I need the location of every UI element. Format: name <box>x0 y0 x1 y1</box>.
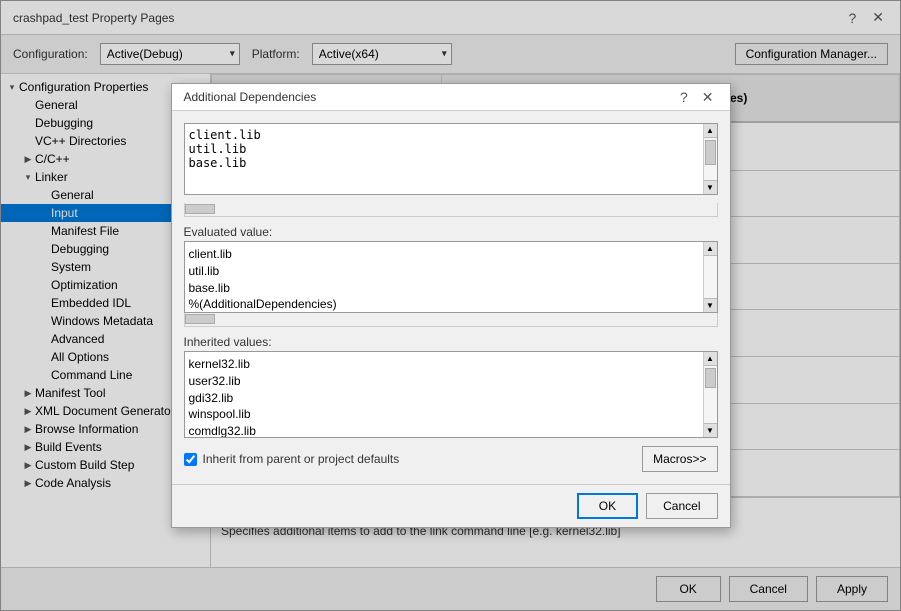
inh-scroll-down[interactable]: ▼ <box>704 423 717 437</box>
edit-textarea[interactable]: client.lib util.lib base.lib <box>185 124 703 194</box>
edit-hscrollbar-thumb[interactable] <box>185 204 215 214</box>
evaluated-label: Evaluated value: <box>184 225 718 239</box>
scrollbar-down-arrow[interactable]: ▼ <box>704 180 717 194</box>
inh-val-3: gdi32.lib <box>189 390 699 407</box>
eval-hscrollbar-thumb[interactable] <box>185 314 215 324</box>
modal-footer-right: OK Cancel <box>577 493 718 519</box>
modal-help-button[interactable]: ? <box>676 90 692 104</box>
inherited-box: kernel32.lib user32.lib gdi32.lib winspo… <box>185 352 703 437</box>
scrollbar-thumb[interactable] <box>705 140 716 165</box>
eval-scrollbar: ▲ ▼ <box>703 242 717 312</box>
macros-button[interactable]: Macros>> <box>642 446 717 472</box>
eval-hscrollbar <box>184 313 718 327</box>
modal-ok-button[interactable]: OK <box>577 493 638 519</box>
modal-body: client.lib util.lib base.lib ▲ ▼ Evaluat… <box>172 111 730 484</box>
eval-scroll-up[interactable]: ▲ <box>704 242 717 256</box>
inh-scroll-thumb[interactable] <box>705 368 716 388</box>
inh-val-1: kernel32.lib <box>189 356 699 373</box>
modal-title: Additional Dependencies <box>184 90 317 104</box>
evaluated-section: Evaluated value: client.lib util.lib bas… <box>184 225 718 327</box>
inherit-checkbox-row: Inherit from parent or project defaults <box>184 452 400 466</box>
eval-scroll-track <box>704 256 717 298</box>
eval-scroll-down[interactable]: ▼ <box>704 298 717 312</box>
inh-scroll-up[interactable]: ▲ <box>704 352 717 366</box>
eval-val-1: client.lib <box>189 246 699 263</box>
modal-cancel-button[interactable]: Cancel <box>646 493 717 519</box>
edit-hscrollbar <box>184 203 718 217</box>
edit-area-container: client.lib util.lib base.lib ▲ ▼ <box>184 123 718 195</box>
eval-val-4: %(AdditionalDependencies) <box>189 296 699 312</box>
eval-val-3: base.lib <box>189 280 699 297</box>
inh-val-5: comdlg32.lib <box>189 423 699 437</box>
modal-title-bar: Additional Dependencies ? ✕ <box>172 84 730 111</box>
inh-val-4: winspool.lib <box>189 406 699 423</box>
inh-val-2: user32.lib <box>189 373 699 390</box>
eval-val-2: util.lib <box>189 263 699 280</box>
modal-overlay: Additional Dependencies ? ✕ client.lib u… <box>0 0 901 611</box>
scrollbar-up-arrow[interactable]: ▲ <box>704 124 717 138</box>
inherited-section: Inherited values: kernel32.lib user32.li… <box>184 335 718 438</box>
inherit-checkbox-label: Inherit from parent or project defaults <box>203 452 400 466</box>
additional-dependencies-modal: Additional Dependencies ? ✕ client.lib u… <box>171 83 731 528</box>
evaluated-box: client.lib util.lib base.lib %(Additiona… <box>185 242 703 312</box>
inherited-label: Inherited values: <box>184 335 718 349</box>
modal-footer: OK Cancel <box>172 484 730 527</box>
inh-scroll-track <box>704 366 717 423</box>
checkbox-macros-row: Inherit from parent or project defaults … <box>184 446 718 472</box>
edit-scrollbar: ▲ ▼ <box>703 124 717 194</box>
inh-scrollbar: ▲ ▼ <box>703 352 717 437</box>
modal-close-button[interactable]: ✕ <box>698 90 718 104</box>
scrollbar-track <box>704 138 717 180</box>
inherit-checkbox[interactable] <box>184 453 197 466</box>
modal-controls: ? ✕ <box>676 90 718 104</box>
